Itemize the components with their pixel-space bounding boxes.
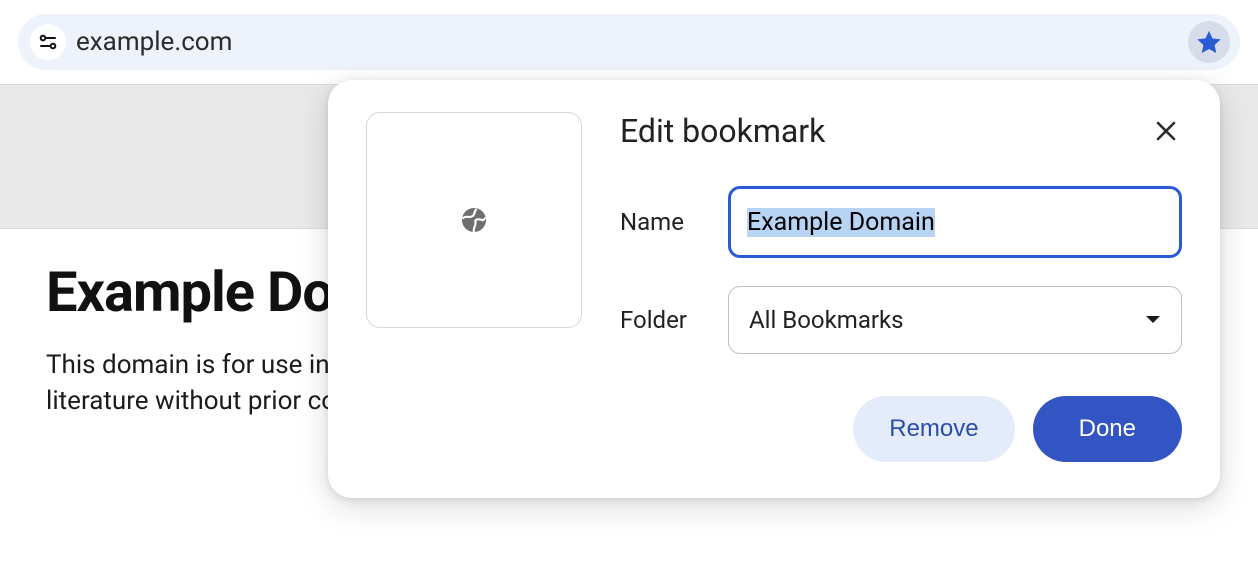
globe-icon xyxy=(458,204,490,236)
edit-bookmark-dialog: Edit bookmark Name Example Domain Folder xyxy=(328,80,1220,498)
name-input[interactable]: Example Domain xyxy=(728,186,1182,258)
name-label: Name xyxy=(620,208,728,236)
star-filled-icon xyxy=(1195,28,1223,56)
remove-button[interactable]: Remove xyxy=(853,396,1014,462)
close-icon xyxy=(1155,120,1177,142)
dialog-title: Edit bookmark xyxy=(620,112,825,150)
site-controls-icon xyxy=(38,32,58,52)
chevron-down-icon xyxy=(1145,315,1161,325)
name-input-value: Example Domain xyxy=(747,208,935,237)
address-bar[interactable]: example.com xyxy=(18,14,1240,70)
bookmark-star-button[interactable] xyxy=(1188,21,1230,63)
folder-label: Folder xyxy=(620,306,728,334)
bookmark-thumbnail xyxy=(366,112,582,328)
address-bar-region: example.com xyxy=(0,0,1258,84)
folder-select-value: All Bookmarks xyxy=(749,306,904,334)
site-controls-button[interactable] xyxy=(30,24,66,60)
done-button[interactable]: Done xyxy=(1033,396,1182,462)
url-text[interactable]: example.com xyxy=(76,27,1188,57)
close-button[interactable] xyxy=(1150,115,1182,147)
folder-select[interactable]: All Bookmarks xyxy=(728,286,1182,354)
